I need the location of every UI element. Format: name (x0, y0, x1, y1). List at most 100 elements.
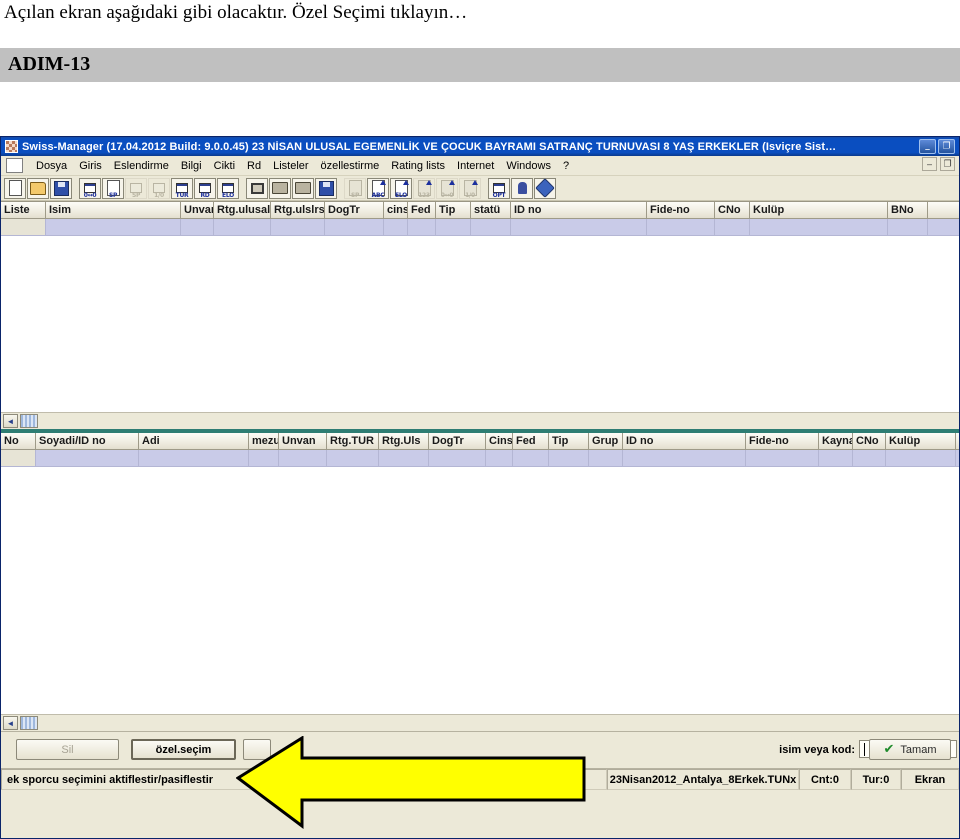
menu-item-rd[interactable]: Rd (241, 159, 267, 173)
grid-cell[interactable] (436, 219, 471, 235)
column-header[interactable]: mezu (249, 433, 279, 449)
menu-item-bilgi[interactable]: Bilgi (175, 159, 208, 173)
ok-button[interactable]: ✔ Tamam (869, 739, 951, 760)
grid-cell[interactable] (379, 450, 429, 466)
menu-item-dosya[interactable]: Dosya (30, 159, 73, 173)
bottom-grid-selected-row[interactable] (1, 450, 959, 467)
grid-cell[interactable] (647, 219, 715, 235)
grid-cell[interactable] (513, 450, 549, 466)
column-header[interactable]: No (1, 433, 36, 449)
grid-sp-icon[interactable]: SP (125, 177, 147, 199)
grid-cell[interactable] (279, 450, 327, 466)
document-icon[interactable] (6, 158, 23, 173)
player-icon[interactable] (511, 177, 533, 199)
sort-abc-icon[interactable]: ABC (367, 177, 389, 199)
column-header[interactable]: Kulüp (886, 433, 956, 449)
top-grid-body[interactable] (1, 236, 959, 412)
grid-cell[interactable] (549, 450, 589, 466)
column-header[interactable]: Isim (46, 202, 181, 218)
sort-123-icon[interactable]: 123 (413, 177, 435, 199)
column-header[interactable]: Rtg.ulslrs (271, 202, 325, 218)
menu-item-zellestirme[interactable]: özellestirme (315, 159, 386, 173)
grid-cell[interactable] (746, 450, 819, 466)
top-grid-selected-row[interactable] (1, 219, 959, 236)
column-header[interactable]: Grup (589, 433, 623, 449)
grid-cell[interactable] (471, 219, 511, 235)
column-header[interactable]: ID no (623, 433, 746, 449)
save-as-icon[interactable] (315, 177, 337, 199)
open-folder-icon[interactable] (27, 177, 49, 199)
mdi-minimize-button[interactable]: – (922, 157, 937, 171)
grid-cell[interactable] (888, 219, 928, 235)
column-header[interactable]: Soyadi/ID no (36, 433, 139, 449)
grid-cell[interactable] (715, 219, 750, 235)
grid-elo-icon[interactable]: ELO (217, 177, 239, 199)
top-grid-hscrollbar[interactable]: ◄ (1, 412, 959, 429)
help-book-icon[interactable] (534, 177, 556, 199)
grid-cell[interactable] (139, 450, 249, 466)
grid-cell[interactable] (511, 219, 647, 235)
grid-ratio-icon[interactable]: 1/0 (148, 177, 170, 199)
minimize-button[interactable]: – (919, 139, 936, 155)
grid-cell[interactable] (750, 219, 888, 235)
grid-cell[interactable] (46, 219, 181, 235)
print-icon[interactable] (269, 177, 291, 199)
scroll-thumb-2[interactable] (20, 716, 38, 730)
column-header[interactable]: DogTr (325, 202, 384, 218)
menu-item-[interactable]: ? (557, 159, 575, 173)
column-header[interactable]: CNo (715, 202, 750, 218)
column-header[interactable]: Rtg.TUR (327, 433, 379, 449)
grid-cell[interactable] (819, 450, 853, 466)
column-header[interactable]: Tip (436, 202, 471, 218)
column-header[interactable]: Fide-no (647, 202, 715, 218)
grid-cell[interactable] (408, 219, 436, 235)
scroll-thumb[interactable] (20, 414, 38, 428)
menu-item-windows[interactable]: Windows (500, 159, 557, 173)
column-header[interactable]: Tip (549, 433, 589, 449)
special-selection-button[interactable]: özel.seçim (131, 739, 236, 760)
grid-cell[interactable] (181, 219, 214, 235)
grid-cell[interactable] (1, 450, 36, 466)
scroll-left-button[interactable]: ◄ (3, 414, 18, 428)
save-icon[interactable] (50, 177, 72, 199)
menu-item-cikti[interactable]: Cikti (208, 159, 241, 173)
grid-cell[interactable] (623, 450, 746, 466)
grid-cell[interactable] (589, 450, 623, 466)
page-sp2-icon[interactable]: SP (344, 177, 366, 199)
grid-tur-icon[interactable]: TUR (171, 177, 193, 199)
column-header[interactable]: statü (471, 202, 511, 218)
monitor-icon[interactable] (246, 177, 268, 199)
grid-cell[interactable] (853, 450, 886, 466)
grid-cell[interactable] (36, 450, 139, 466)
column-header[interactable]: Liste (1, 202, 46, 218)
column-header[interactable]: Unvan (181, 202, 214, 218)
bottom-grid-hscrollbar[interactable]: ◄ (1, 714, 959, 731)
column-header[interactable]: Cins (486, 433, 513, 449)
page-sp-icon[interactable]: SP (102, 177, 124, 199)
extra-button[interactable] (243, 739, 271, 760)
grid-rd-icon[interactable]: RD (194, 177, 216, 199)
menu-item-internet[interactable]: Internet (451, 159, 500, 173)
column-header[interactable]: cins (384, 202, 408, 218)
grid-cell[interactable] (271, 219, 325, 235)
menu-item-listeler[interactable]: Listeler (267, 159, 314, 173)
restore-button[interactable]: ❐ (938, 139, 955, 154)
sort-ratio-icon[interactable]: 1/0 (459, 177, 481, 199)
column-header[interactable]: Fed (513, 433, 549, 449)
column-header[interactable]: DogTr (429, 433, 486, 449)
grid-cell[interactable] (214, 219, 271, 235)
menu-item-eslendirme[interactable]: Eslendirme (108, 159, 175, 173)
menu-item-rating-lists[interactable]: Rating lists (385, 159, 451, 173)
column-header[interactable]: Rtg.ulusal (214, 202, 271, 218)
column-header[interactable]: Kulüp (750, 202, 888, 218)
bottom-grid-body[interactable] (1, 467, 959, 714)
grid-cell[interactable] (325, 219, 384, 235)
column-header[interactable]: Rtg.Uls (379, 433, 429, 449)
grid-swap-icon[interactable]: 0↔0 (79, 177, 101, 199)
sort-elo-icon[interactable]: ELO (390, 177, 412, 199)
grid-cell[interactable] (249, 450, 279, 466)
column-header[interactable]: Adi (139, 433, 249, 449)
grid-cell[interactable] (429, 450, 486, 466)
column-header[interactable]: Fide-no (746, 433, 819, 449)
column-header[interactable]: Fed (408, 202, 436, 218)
